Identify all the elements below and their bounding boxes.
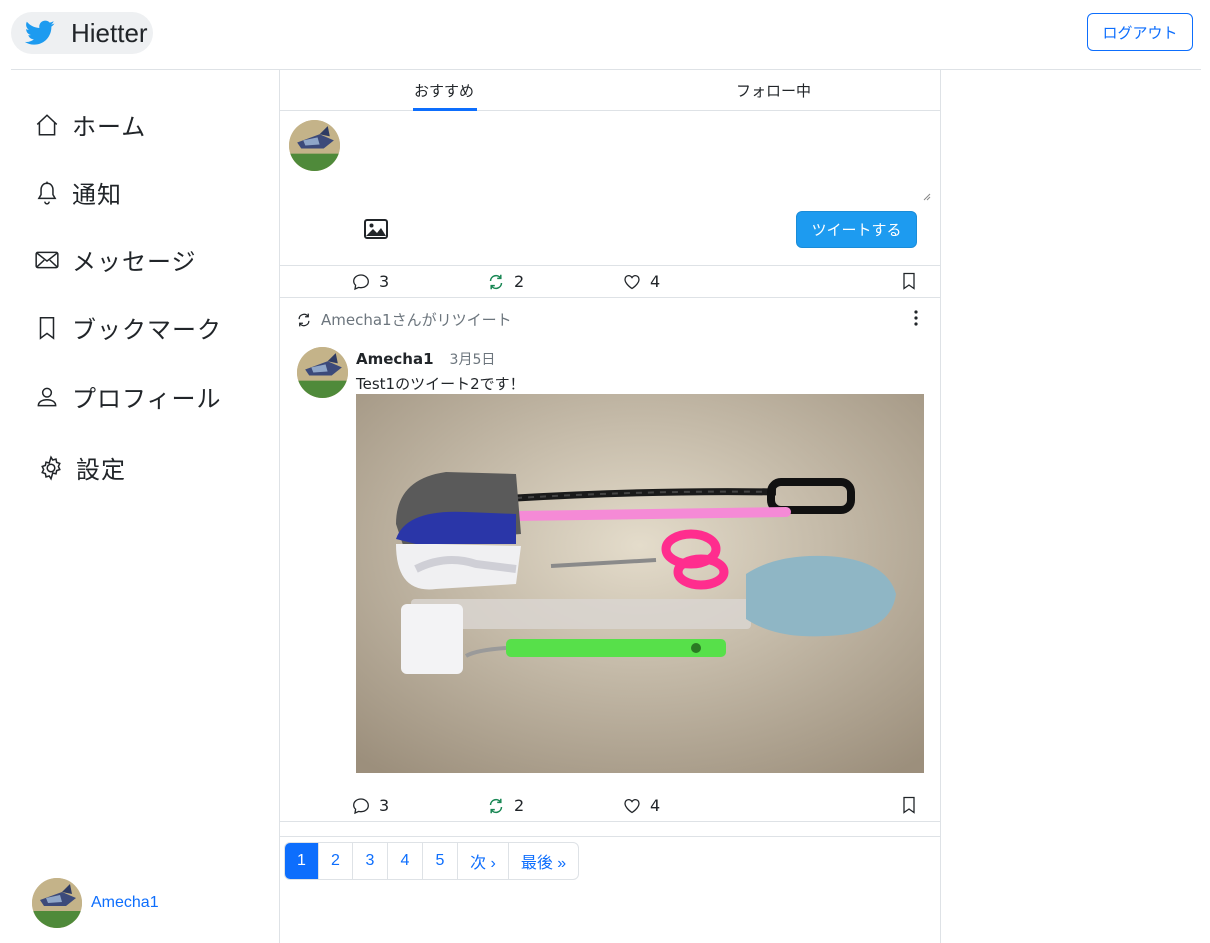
main-timeline: おすすめ フォロー中 ツイートする 3 2 4 Amecha1さんがリツイート … bbox=[279, 70, 941, 943]
image-upload-icon[interactable] bbox=[364, 219, 388, 239]
sidebar-item-notifications[interactable]: 通知 bbox=[34, 175, 122, 210]
bookmark-icon bbox=[903, 272, 915, 290]
like-count: 4 bbox=[650, 272, 661, 291]
avatar[interactable] bbox=[297, 347, 348, 398]
tweet-image[interactable] bbox=[356, 394, 924, 773]
page-link-5[interactable]: 5 bbox=[422, 843, 457, 879]
sidebar-item-label: プロフィール bbox=[72, 385, 222, 413]
brand-logo-link[interactable]: Hietter bbox=[11, 12, 153, 54]
house-icon bbox=[36, 113, 58, 136]
tweet-divider bbox=[280, 297, 940, 298]
retweet-notice-text: Amecha1さんがリツイート bbox=[321, 311, 512, 329]
like-action[interactable]: 4 bbox=[623, 272, 660, 291]
avatar bbox=[32, 878, 82, 928]
bookmark-icon bbox=[39, 316, 55, 340]
sidebar-nav: ホーム 通知 メッセージ ブックマーク プロフィール 設定 Amecha1 bbox=[0, 70, 280, 943]
avatar bbox=[289, 120, 340, 171]
timeline-tabs: おすすめ フォロー中 bbox=[280, 70, 940, 111]
sidebar-item-bookmarks[interactable]: ブックマーク bbox=[34, 310, 222, 345]
tweet-text: Test1のツイート2です！ bbox=[356, 375, 525, 393]
pagination: 1 2 3 4 5 次 › 最後 » bbox=[284, 842, 579, 880]
sidebar-item-profile[interactable]: プロフィール bbox=[34, 379, 222, 414]
envelope-icon bbox=[35, 251, 59, 268]
reply-action[interactable]: 3 bbox=[352, 272, 389, 291]
tweet-action-bar: 3 2 4 bbox=[280, 790, 940, 822]
sidebar-user-name: Amecha1 bbox=[91, 894, 159, 911]
tweet-header: Amecha1 3月5日 bbox=[356, 349, 495, 369]
bookmark-action[interactable] bbox=[900, 272, 918, 294]
pagination-divider bbox=[280, 836, 940, 837]
retweet-icon bbox=[298, 313, 310, 326]
sidebar-user[interactable]: Amecha1 bbox=[32, 878, 159, 928]
tab-recommended[interactable]: おすすめ bbox=[414, 80, 474, 101]
page-last-link[interactable]: 最後 » bbox=[508, 843, 578, 879]
sidebar-item-home[interactable]: ホーム bbox=[34, 107, 146, 142]
tweet-compose: ツイートする bbox=[280, 111, 940, 266]
tweet-submit-button[interactable]: ツイートする bbox=[796, 211, 917, 248]
bookmark-action[interactable] bbox=[900, 796, 918, 818]
comment-icon bbox=[353, 273, 369, 290]
page-link-3[interactable]: 3 bbox=[352, 843, 387, 879]
bird-icon bbox=[25, 20, 55, 45]
tweet-textarea[interactable] bbox=[350, 115, 932, 203]
retweet-count: 2 bbox=[514, 272, 525, 291]
gear-icon bbox=[41, 454, 61, 481]
sidebar-item-label: 設定 bbox=[76, 456, 126, 484]
tweet-date: 3月5日 bbox=[449, 352, 496, 368]
page-next-link[interactable]: 次 › bbox=[457, 843, 508, 879]
sidebar-item-label: ブックマーク bbox=[72, 316, 222, 344]
tweet-author[interactable]: Amecha1 bbox=[356, 350, 434, 368]
page-link-4[interactable]: 4 bbox=[387, 843, 422, 879]
bell-icon bbox=[37, 181, 57, 205]
reply-count: 3 bbox=[379, 796, 390, 815]
retweet-icon bbox=[489, 798, 503, 813]
retweet-action[interactable]: 2 bbox=[487, 796, 524, 815]
sidebar-item-label: 通知 bbox=[72, 181, 122, 209]
brand-name: Hietter bbox=[71, 17, 148, 48]
tweet-action-bar: 3 2 4 bbox=[280, 266, 940, 298]
logout-button[interactable]: ログアウト bbox=[1087, 13, 1193, 51]
heart-icon bbox=[624, 798, 640, 813]
reply-action[interactable]: 3 bbox=[352, 796, 389, 815]
sidebar-item-label: メッセージ bbox=[72, 248, 197, 276]
sidebar-item-messages[interactable]: メッセージ bbox=[34, 242, 197, 277]
like-count: 4 bbox=[650, 796, 661, 815]
heart-icon bbox=[624, 274, 640, 289]
page-link-1[interactable]: 1 bbox=[285, 843, 318, 879]
person-icon bbox=[37, 387, 57, 406]
retweet-count: 2 bbox=[514, 796, 525, 815]
like-action[interactable]: 4 bbox=[623, 796, 660, 815]
sidebar-item-label: ホーム bbox=[72, 113, 147, 141]
sidebar-item-settings[interactable]: 設定 bbox=[38, 450, 126, 485]
bookmark-icon bbox=[903, 796, 915, 814]
more-options-icon[interactable] bbox=[912, 308, 920, 328]
tweet-divider bbox=[280, 821, 940, 822]
retweet-action[interactable]: 2 bbox=[487, 272, 524, 291]
page-link-2[interactable]: 2 bbox=[318, 843, 352, 879]
resize-handle-icon[interactable] bbox=[923, 193, 931, 201]
tab-following[interactable]: フォロー中 bbox=[736, 80, 811, 101]
retweet-notice: Amecha1さんがリツイート bbox=[296, 309, 512, 330]
reply-count: 3 bbox=[379, 272, 390, 291]
comment-icon bbox=[353, 797, 369, 814]
top-header: Hietter ログアウト bbox=[0, 0, 1210, 70]
retweet-icon bbox=[489, 274, 503, 289]
